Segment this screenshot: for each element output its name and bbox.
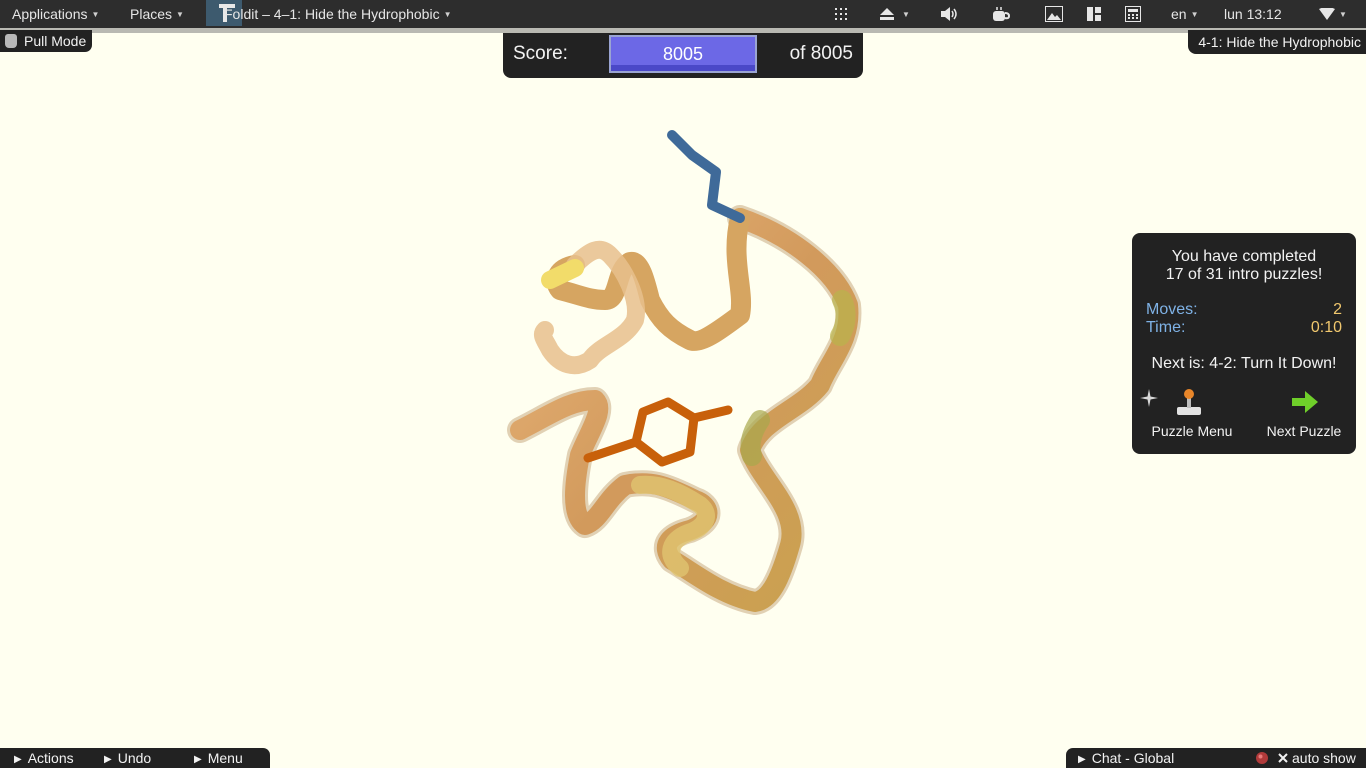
arrow-right-icon: [1292, 391, 1318, 413]
auto-show-label: auto show: [1292, 750, 1356, 766]
completion-line-1: You have completed: [1171, 248, 1317, 265]
time-label: Time:: [1146, 319, 1186, 336]
chat-label: Chat - Global: [1091, 750, 1175, 766]
next-puzzle-button[interactable]: Next Puzzle: [1254, 387, 1354, 439]
close-x-icon: [1278, 753, 1288, 763]
chat-toggle-button[interactable]: ▶ Chat - Global: [1078, 748, 1174, 768]
joystick-icon: [1177, 389, 1201, 415]
protein-yellow-segment: [541, 259, 584, 289]
menu-button[interactable]: ▶ Menu: [194, 748, 243, 768]
undo-button[interactable]: ▶ Undo: [104, 748, 151, 768]
next-puzzle-label: Next Puzzle: [1266, 423, 1342, 439]
next-puzzle-info: Next is: 4-2: Turn It Down!: [1151, 355, 1337, 372]
time-value: 0:10: [1310, 319, 1342, 336]
play-triangle-icon: ▶: [14, 754, 22, 765]
completion-line-2: 17 of 31 intro puzzles!: [1165, 266, 1323, 283]
play-triangle-icon: ▶: [194, 754, 202, 765]
sparkle-icon: [1140, 389, 1158, 407]
chat-bar: ▶ Chat - Global auto show: [1066, 748, 1366, 768]
play-triangle-icon: ▶: [104, 754, 112, 765]
record-indicator-icon[interactable]: [1256, 748, 1268, 768]
protein-olive-segment-2: [830, 290, 856, 346]
undo-label: Undo: [117, 750, 152, 766]
protein-backbone-upper: [546, 208, 752, 351]
play-triangle-icon: ▶: [1078, 754, 1086, 765]
actions-button[interactable]: ▶ Actions: [14, 748, 74, 768]
auto-show-toggle[interactable]: auto show: [1278, 748, 1356, 768]
menu-label: Menu: [207, 750, 243, 766]
puzzle-menu-button[interactable]: Puzzle Menu: [1140, 387, 1240, 439]
bottom-action-bar: ▶ Actions ▶ Undo ▶ Menu: [0, 748, 270, 768]
protein-olive-segment: [740, 410, 770, 466]
puzzle-menu-label: Puzzle Menu: [1151, 423, 1233, 439]
actions-label: Actions: [27, 750, 74, 766]
moves-label: Moves:: [1146, 301, 1198, 318]
protein-terminus: [667, 130, 745, 223]
completion-panel: You have completed 17 of 31 intro puzzle…: [1132, 233, 1356, 454]
moves-value: 2: [1333, 301, 1342, 318]
